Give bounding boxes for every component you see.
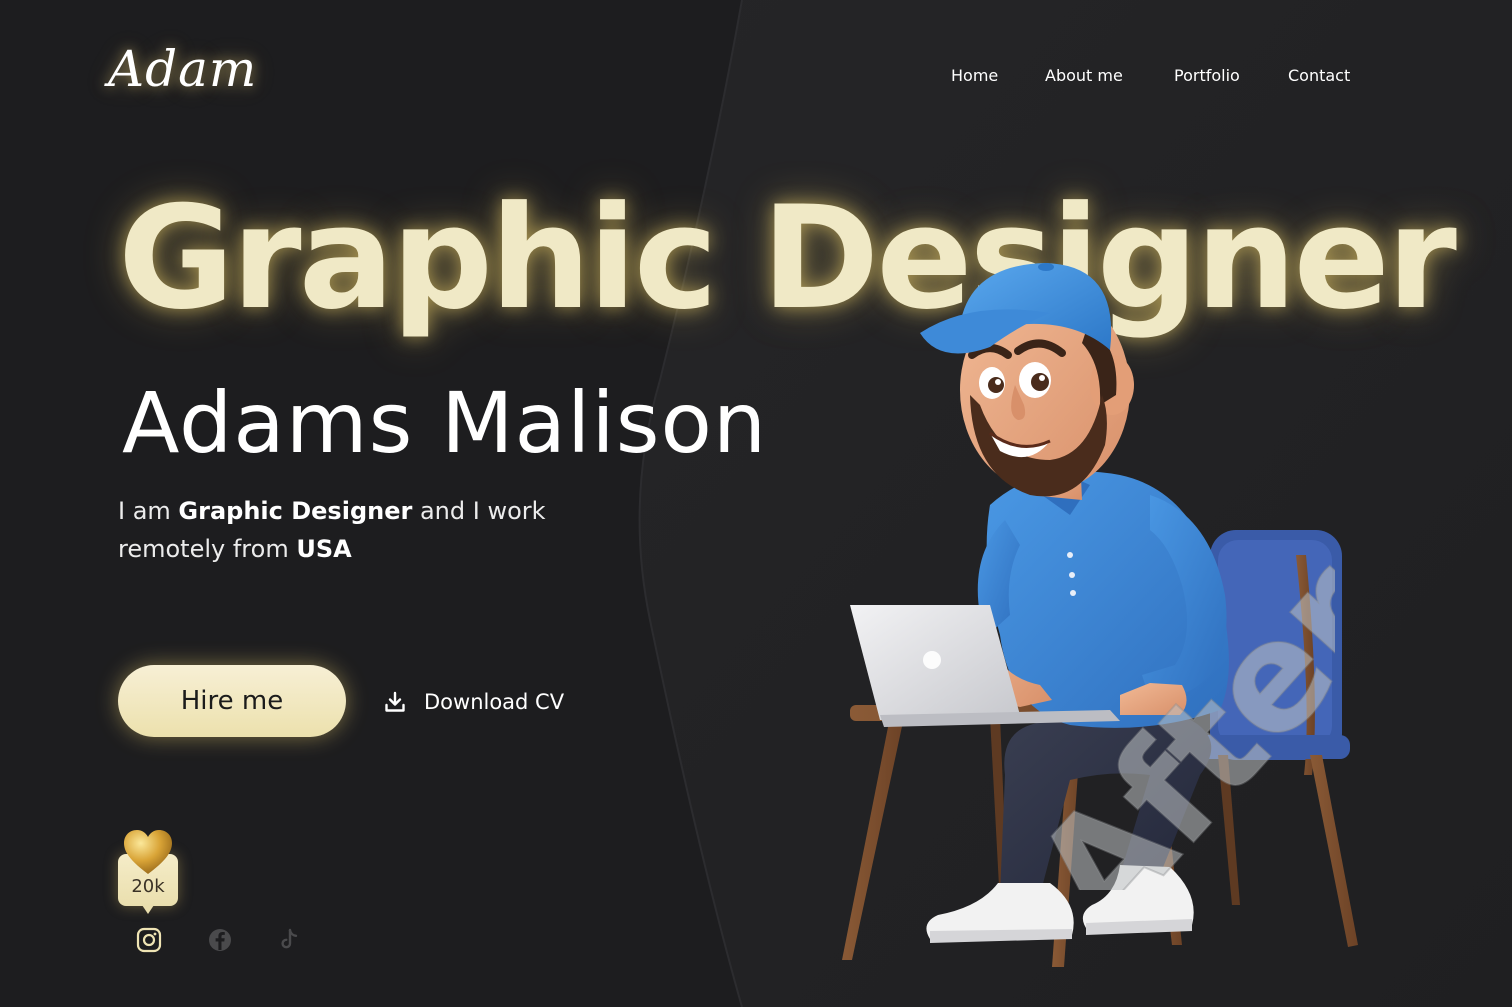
intro-text-1: I am xyxy=(118,497,179,525)
tiktok-icon[interactable] xyxy=(276,927,302,953)
nav-about[interactable]: About me xyxy=(1045,66,1123,85)
intro-location: USA xyxy=(296,535,352,563)
download-cv-label: Download CV xyxy=(424,690,565,714)
nav-home[interactable]: Home xyxy=(951,66,998,85)
download-cv-button[interactable]: Download CV xyxy=(384,684,564,720)
likes-badge[interactable]: 20k xyxy=(118,828,178,916)
nav-portfolio[interactable]: Portfolio xyxy=(1174,66,1240,85)
hero-intro: I am Graphic Designer and I work remotel… xyxy=(118,492,578,568)
heart-icon xyxy=(124,830,172,874)
hero-name: Adams Malison xyxy=(122,374,768,472)
nav-contact[interactable]: Contact xyxy=(1288,66,1350,85)
hero-character-illustration xyxy=(842,263,1358,967)
likes-count: 20k xyxy=(131,876,165,897)
main-nav: Home About me Portfolio Contact xyxy=(0,66,1512,90)
facebook-icon[interactable] xyxy=(207,927,233,953)
download-icon xyxy=(384,691,406,713)
instagram-icon[interactable] xyxy=(136,927,162,953)
intro-role: Graphic Designer xyxy=(178,497,413,525)
hire-me-button[interactable]: Hire me xyxy=(118,665,346,737)
